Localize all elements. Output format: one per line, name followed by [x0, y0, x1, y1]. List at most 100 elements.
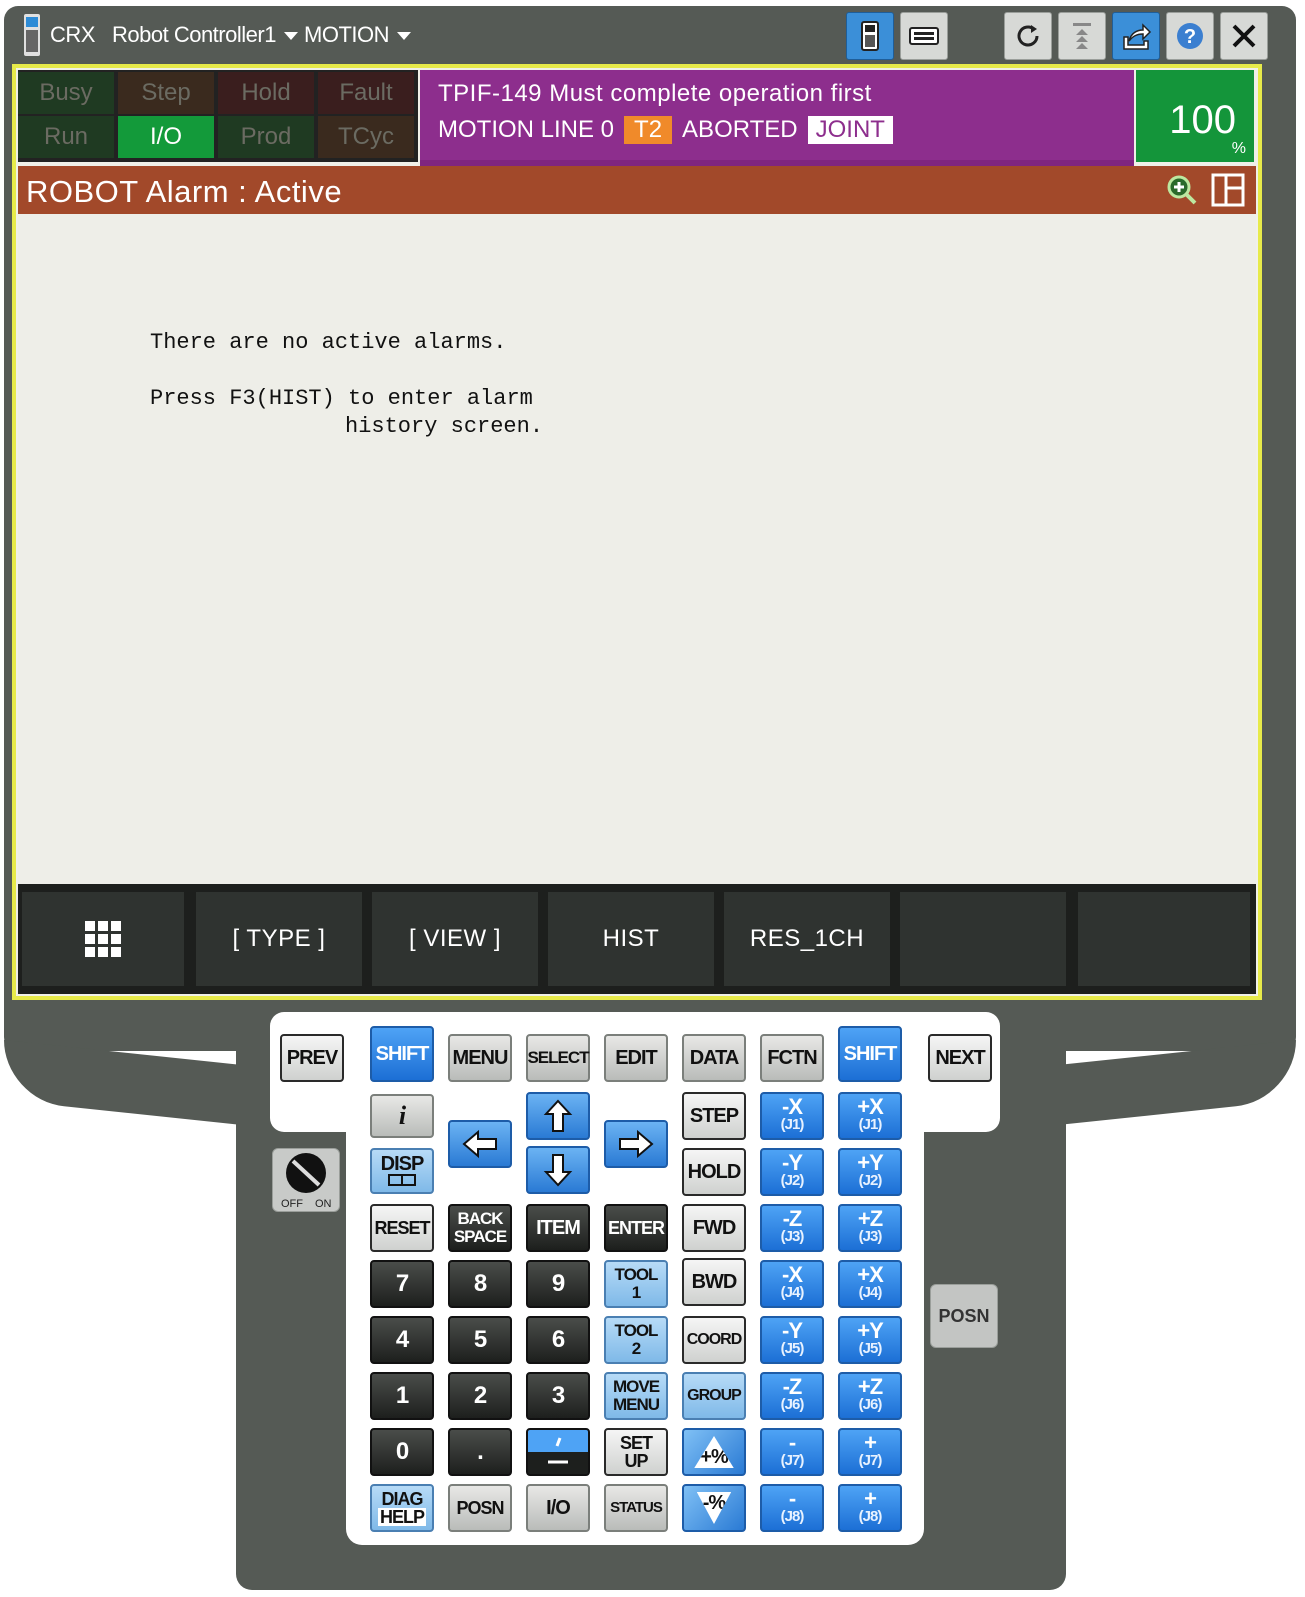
fkey-f1-type[interactable]: [ TYPE ]	[196, 892, 362, 986]
setup-key[interactable]: SET UP	[604, 1428, 668, 1476]
key-2[interactable]: 2	[448, 1372, 512, 1420]
key-5[interactable]: 5	[448, 1316, 512, 1364]
key-4[interactable]: 4	[370, 1316, 434, 1364]
no-alarms-text: There are no active alarms.	[150, 330, 507, 355]
program-status: MOTION LINE 0 T2 ABORTED JOINT	[438, 116, 893, 144]
shift-key-left[interactable]: SHIFT	[370, 1026, 434, 1082]
jog-key[interactable]: +Z (J3)	[838, 1204, 902, 1252]
jog-key[interactable]: -X (J4)	[760, 1260, 824, 1308]
fkey-menu-grid[interactable]	[22, 892, 184, 986]
zoom-in-icon[interactable]	[1164, 172, 1200, 208]
page-title: ROBOT Alarm : Active	[26, 174, 343, 209]
fkey-f2-view[interactable]: [ VIEW ]	[372, 892, 538, 986]
status-run: Run	[18, 116, 114, 158]
fkey-next[interactable]	[1078, 892, 1250, 986]
io-key[interactable]: I/O	[526, 1484, 590, 1532]
jog-icon	[1073, 23, 1091, 49]
jog-key[interactable]: +Y (J5)	[838, 1316, 902, 1364]
teach-pendant-icon	[24, 14, 40, 56]
jog-key[interactable]: +Z (J6)	[838, 1372, 902, 1420]
app-name: CRX	[50, 22, 95, 47]
reset-key[interactable]: RESET	[370, 1204, 434, 1252]
jog-key[interactable]: + (J7)	[838, 1428, 902, 1476]
title-bar: CRX Robot Controller1 MOTION ?	[12, 8, 1294, 64]
posn-side-button[interactable]: POSN	[930, 1284, 998, 1348]
tool2-key[interactable]: TOOL 2	[604, 1316, 668, 1364]
coord-key[interactable]: COORD	[682, 1316, 746, 1364]
fkey-f4-res1ch[interactable]: RES_1CH	[724, 892, 890, 986]
bwd-key[interactable]: BWD	[682, 1258, 746, 1306]
motion-line: MOTION LINE 0	[438, 116, 615, 143]
disp-key[interactable]: DISP	[370, 1148, 434, 1194]
diag-help-key[interactable]: DIAG HELP	[370, 1484, 434, 1532]
override-unit: %	[1231, 140, 1246, 157]
mode-dropdown[interactable]: MOTION	[304, 22, 411, 48]
tool1-key[interactable]: TOOL 1	[604, 1260, 668, 1308]
jog-key[interactable]: -Z (J3)	[760, 1204, 824, 1252]
key-6[interactable]: 6	[526, 1316, 590, 1364]
next-key[interactable]: NEXT	[928, 1034, 992, 1082]
speed-down-key[interactable]: -%	[682, 1484, 746, 1532]
key-1[interactable]: 1	[370, 1372, 434, 1420]
refresh-button[interactable]	[1004, 12, 1052, 60]
arrow-up-icon	[543, 1099, 573, 1132]
close-icon	[1232, 24, 1256, 48]
prev-key[interactable]: PREV	[280, 1034, 344, 1082]
comma-minus-key[interactable]	[526, 1428, 590, 1476]
group-key[interactable]: GROUP	[682, 1372, 746, 1420]
speed-up-key[interactable]: +%	[682, 1428, 746, 1476]
keyboard-button[interactable]	[900, 12, 948, 60]
item-key[interactable]: ITEM	[526, 1204, 590, 1252]
data-key[interactable]: DATA	[682, 1034, 746, 1082]
key-8[interactable]: 8	[448, 1260, 512, 1308]
down-arrow-key[interactable]	[526, 1146, 590, 1194]
backspace-key[interactable]: BACK SPACE	[448, 1204, 512, 1252]
key-3[interactable]: 3	[526, 1372, 590, 1420]
keyboard-icon	[909, 27, 939, 45]
jog-button[interactable]	[1058, 12, 1106, 60]
key-7[interactable]: 7	[370, 1260, 434, 1308]
step-key[interactable]: STEP	[682, 1092, 746, 1140]
fctn-key[interactable]: FCTN	[760, 1034, 824, 1082]
jog-key[interactable]: - (J7)	[760, 1428, 824, 1476]
up-arrow-key[interactable]	[526, 1092, 590, 1140]
select-key[interactable]: SELECT	[526, 1034, 590, 1082]
left-arrow-key[interactable]	[448, 1120, 512, 1168]
fkey-f3-hist[interactable]: HIST	[548, 892, 714, 986]
key-9[interactable]: 9	[526, 1260, 590, 1308]
status-key[interactable]: STATUS	[604, 1484, 668, 1532]
jog-key[interactable]: -Y (J2)	[760, 1148, 824, 1196]
jog-key[interactable]: -Y (J5)	[760, 1316, 824, 1364]
fwd-key[interactable]: FWD	[682, 1204, 746, 1252]
controller-dropdown[interactable]: Robot Controller1	[112, 22, 298, 48]
menu-key[interactable]: MENU	[448, 1034, 512, 1082]
move-menu-key[interactable]: MOVE MENU	[604, 1372, 668, 1420]
split-screen-icon[interactable]	[1210, 172, 1246, 208]
shift-key-right[interactable]: SHIFT	[838, 1026, 902, 1082]
jog-key[interactable]: +X (J1)	[838, 1092, 902, 1140]
share-icon	[1123, 23, 1152, 50]
info-key[interactable]: i	[370, 1094, 434, 1138]
jog-key[interactable]: +X (J4)	[838, 1260, 902, 1308]
help-button[interactable]: ?	[1166, 12, 1214, 60]
key-switch-icon: OFF ON	[281, 1153, 332, 1210]
message-line: TPIF-149 Must complete operation first M…	[420, 70, 1134, 166]
jog-key[interactable]: - (J8)	[760, 1484, 824, 1532]
enable-switch[interactable]: OFF ON	[272, 1148, 340, 1212]
jog-key[interactable]: + (J8)	[838, 1484, 902, 1532]
key-0[interactable]: 0	[370, 1428, 434, 1476]
tp-view-button[interactable]	[846, 12, 894, 60]
key-dot[interactable]: .	[448, 1428, 512, 1476]
edit-key[interactable]: EDIT	[604, 1034, 668, 1082]
chevron-down-icon	[397, 32, 411, 41]
jog-key[interactable]: +Y (J2)	[838, 1148, 902, 1196]
posn-key[interactable]: POSN	[448, 1484, 512, 1532]
hold-key[interactable]: HOLD	[682, 1148, 746, 1196]
jog-key[interactable]: -X (J1)	[760, 1092, 824, 1140]
close-button[interactable]	[1220, 12, 1268, 60]
right-arrow-key[interactable]	[604, 1120, 668, 1168]
jog-key[interactable]: -Z (J6)	[760, 1372, 824, 1420]
share-button[interactable]	[1112, 12, 1160, 60]
fkey-f5[interactable]	[900, 892, 1066, 986]
enter-key[interactable]: ENTER	[604, 1204, 668, 1252]
